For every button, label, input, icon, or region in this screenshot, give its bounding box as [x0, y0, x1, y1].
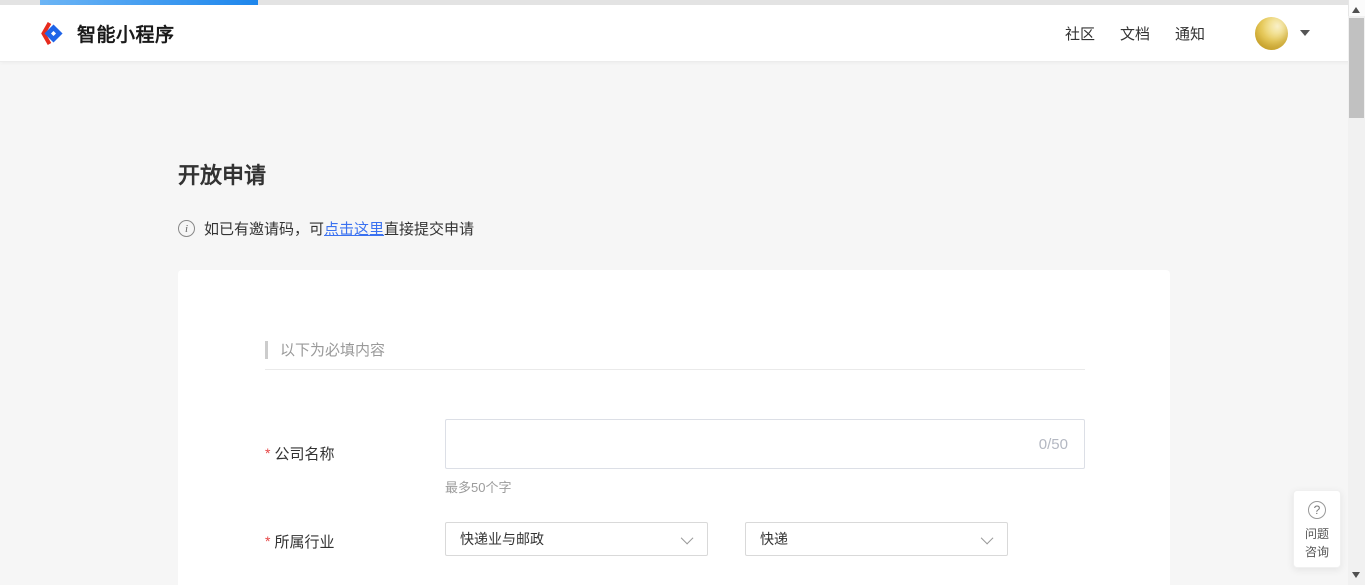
section-bar [265, 341, 268, 359]
logo-text: 智能小程序 [77, 20, 175, 47]
company-name-input[interactable] [446, 420, 1039, 468]
section-divider [265, 369, 1085, 370]
company-name-field: 0/50 [445, 419, 1085, 469]
industry-secondary-select[interactable]: 快递 [745, 522, 1008, 556]
help-label-line2: 咨询 [1305, 543, 1329, 561]
industry-secondary-value: 快递 [760, 529, 788, 549]
main-content: 开放申请 i 如已有邀请码，可点击这里直接提交申请 以下为必填内容 *公司名称 … [0, 63, 1348, 585]
industry-label: *所属行业 [265, 531, 334, 552]
vertical-scrollbar[interactable] [1348, 0, 1365, 585]
logo-icon [40, 20, 67, 47]
app-logo[interactable]: 智能小程序 [40, 20, 175, 47]
invite-code-link[interactable]: 点击这里 [324, 218, 384, 239]
notice-text-prefix: 如已有邀请码，可 [204, 218, 324, 239]
help-consultation-button[interactable]: ? 问题 咨询 [1293, 490, 1341, 568]
required-mark: * [265, 533, 270, 549]
user-avatar[interactable] [1255, 17, 1288, 50]
industry-primary-value: 快递业与邮政 [460, 529, 544, 549]
industry-primary-select[interactable]: 快递业与邮政 [445, 522, 708, 556]
user-menu-caret-icon[interactable] [1300, 30, 1310, 36]
page-load-progress-bar [40, 0, 258, 5]
application-form-card: 以下为必填内容 *公司名称 0/50 最多50个字 *所属行业 快递业与邮政 快… [178, 270, 1170, 585]
nav-item-notifications[interactable]: 通知 [1175, 23, 1205, 44]
nav-item-community[interactable]: 社区 [1065, 23, 1095, 44]
notice-text-suffix: 直接提交申请 [384, 218, 474, 239]
header-nav: 社区 文档 通知 [1040, 17, 1310, 50]
section-title: 以下为必填内容 [280, 339, 385, 360]
page-load-progress-track [0, 0, 1365, 5]
company-name-hint: 最多50个字 [445, 477, 511, 496]
char-counter: 0/50 [1039, 436, 1084, 453]
nav-item-docs[interactable]: 文档 [1120, 23, 1150, 44]
invite-code-notice: i 如已有邀请码，可点击这里直接提交申请 [178, 218, 474, 239]
help-label-line1: 问题 [1305, 525, 1329, 543]
page-title: 开放申请 [178, 158, 266, 190]
top-header: 智能小程序 社区 文档 通知 [0, 5, 1365, 62]
chevron-down-icon [681, 531, 694, 544]
info-icon: i [178, 220, 195, 237]
required-mark: * [265, 445, 270, 461]
company-name-label: *公司名称 [265, 443, 334, 464]
scroll-down-icon[interactable] [1352, 572, 1360, 578]
required-section-header: 以下为必填内容 [265, 339, 385, 360]
scroll-up-icon[interactable] [1352, 7, 1360, 13]
question-icon: ? [1308, 501, 1326, 519]
scrollbar-thumb[interactable] [1349, 18, 1364, 118]
chevron-down-icon [981, 531, 994, 544]
